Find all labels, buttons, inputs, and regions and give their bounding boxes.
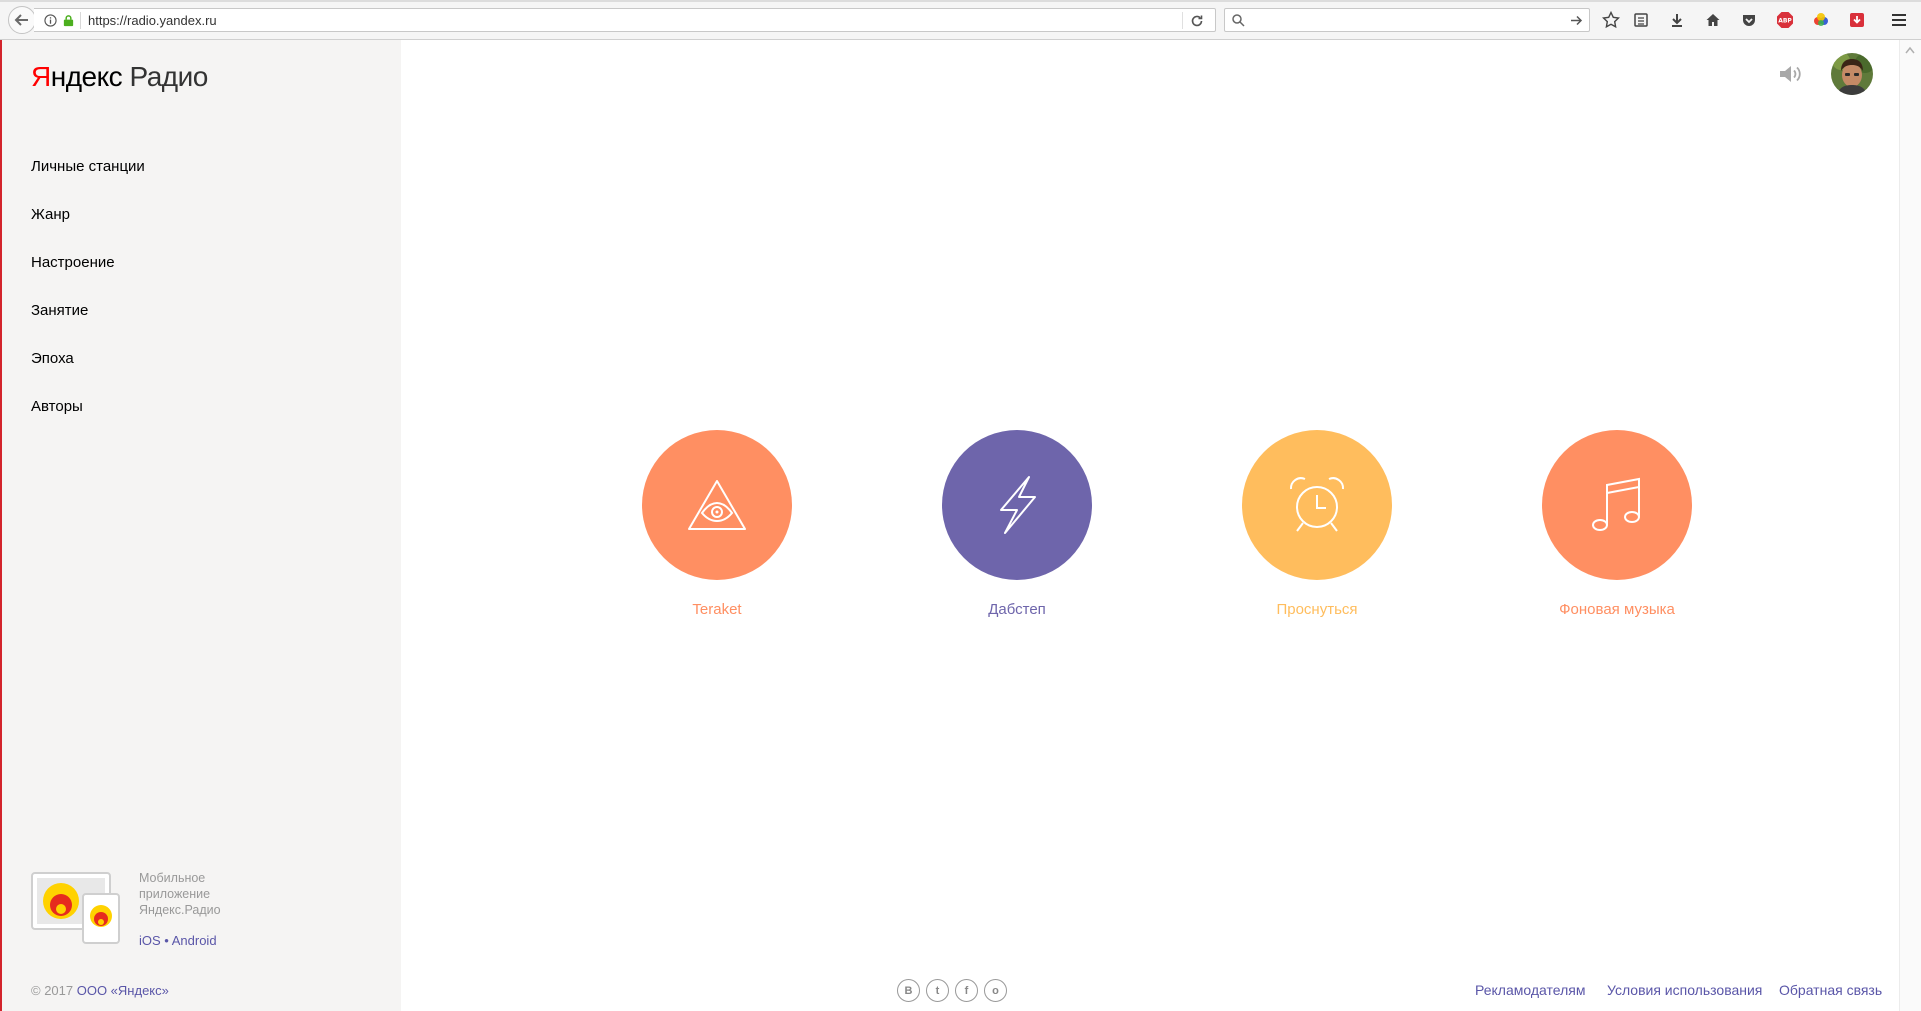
promo-line-1: Мобильное <box>139 871 206 885</box>
ios-link[interactable]: iOS <box>139 933 161 948</box>
nav-item-activity[interactable]: Занятие <box>31 301 145 349</box>
social-links: В t f о <box>897 979 1007 1002</box>
lightning-icon <box>1000 476 1036 534</box>
url-text[interactable]: https://radio.yandex.ru <box>88 13 217 28</box>
bookmark-star-icon[interactable] <box>1600 9 1622 31</box>
user-avatar[interactable] <box>1831 53 1873 95</box>
search-go-icon[interactable] <box>1569 13 1584 28</box>
back-button[interactable] <box>8 6 36 34</box>
info-icon[interactable] <box>44 14 57 27</box>
music-note-icon <box>1592 477 1640 531</box>
bookmarks-list-icon[interactable] <box>1630 9 1652 31</box>
station-label[interactable]: Дабстеп <box>917 601 1117 618</box>
station-card[interactable]: Проснуться <box>1217 430 1417 630</box>
volume-icon[interactable] <box>1777 62 1805 86</box>
scrollbar[interactable] <box>1899 40 1921 1011</box>
url-bar[interactable]: https://radio.yandex.ru <box>34 8 1216 32</box>
station-label[interactable]: Проснуться <box>1217 601 1417 618</box>
station-label[interactable]: Teraket <box>617 601 817 618</box>
station-card[interactable]: Дабстеп <box>917 430 1117 630</box>
mobile-app-promo: Мобильное приложение Яндекс.Радио iOS • … <box>31 870 371 970</box>
station-circle[interactable] <box>1242 430 1392 580</box>
nav-item-mood[interactable]: Настроение <box>31 253 145 301</box>
tab-strip <box>0 0 1921 2</box>
category-nav: Личные станции Жанр Настроение Занятие Э… <box>31 157 145 445</box>
nav-item-genre[interactable]: Жанр <box>31 205 145 253</box>
lock-icon[interactable] <box>62 14 75 27</box>
logo-radio: Радио <box>129 61 208 92</box>
yandex-radio-logo[interactable]: Яндекс Радио <box>31 60 208 94</box>
facebook-icon[interactable]: f <box>955 979 978 1002</box>
link-separator: • <box>160 933 172 948</box>
copyright-prefix: © 2017 <box>31 983 77 998</box>
scroll-up-arrow-icon[interactable] <box>1905 46 1915 54</box>
home-icon[interactable] <box>1702 9 1724 31</box>
arrow-left-icon <box>14 14 28 26</box>
url-divider <box>80 12 81 29</box>
logo-ndex: ндекс <box>50 61 123 92</box>
vk-icon[interactable]: В <box>897 979 920 1002</box>
nav-item-epoch[interactable]: Эпоха <box>31 349 145 397</box>
promo-text: Мобильное приложение Яндекс.Радио <box>139 870 259 918</box>
station-card[interactable]: Teraket <box>617 430 817 630</box>
main-content: Teraket Дабстеп Проснуться Фоновая музык… <box>401 40 1899 1011</box>
twitter-icon[interactable]: t <box>926 979 949 1002</box>
odnoklassniki-icon[interactable]: о <box>984 979 1007 1002</box>
sidebar: Яндекс Радио Личные станции Жанр Настрое… <box>0 40 401 1011</box>
station-label[interactable]: Фоновая музыка <box>1517 601 1717 618</box>
station-circle[interactable] <box>1542 430 1692 580</box>
svg-text:ABP: ABP <box>1778 18 1792 25</box>
save-extension-icon[interactable] <box>1846 9 1868 31</box>
search-icon <box>1232 14 1245 27</box>
download-icon[interactable] <box>1666 9 1688 31</box>
station-circle[interactable] <box>642 430 792 580</box>
browser-toolbar: https://radio.yandex.ru ABP <box>0 0 1921 40</box>
station-card[interactable]: Фоновая музыка <box>1517 430 1717 630</box>
search-bar[interactable] <box>1224 8 1590 32</box>
avatar-photo <box>1831 53 1873 95</box>
eye-triangle-icon <box>688 480 746 530</box>
extension-balls-icon[interactable] <box>1810 9 1832 31</box>
reload-icon[interactable] <box>1189 13 1205 29</box>
alarm-clock-icon <box>1289 477 1345 532</box>
feedback-link[interactable]: Обратная связь <box>1779 982 1882 998</box>
station-circle[interactable] <box>942 430 1092 580</box>
advertisers-link[interactable]: Рекламодателям <box>1475 982 1585 998</box>
adblock-icon[interactable]: ABP <box>1774 9 1796 31</box>
nav-item-personal-stations[interactable]: Личные станции <box>31 157 145 205</box>
logo-ya: Я <box>31 61 51 92</box>
nav-item-authors[interactable]: Авторы <box>31 397 145 445</box>
app-store-links: iOS • Android <box>139 933 217 948</box>
reload-divider <box>1182 12 1183 29</box>
android-link[interactable]: Android <box>172 933 217 948</box>
promo-line-3: Яндекс.Радио <box>139 903 221 917</box>
pocket-icon[interactable] <box>1738 9 1760 31</box>
promo-line-2: приложение <box>139 887 211 901</box>
mobile-devices-illustration <box>31 872 120 944</box>
menu-icon[interactable] <box>1888 9 1910 31</box>
copyright: © 2017 ООО «Яндекс» <box>31 983 169 998</box>
terms-link[interactable]: Условия использования <box>1607 982 1762 998</box>
yandex-company-link[interactable]: ООО «Яндекс» <box>77 983 169 998</box>
